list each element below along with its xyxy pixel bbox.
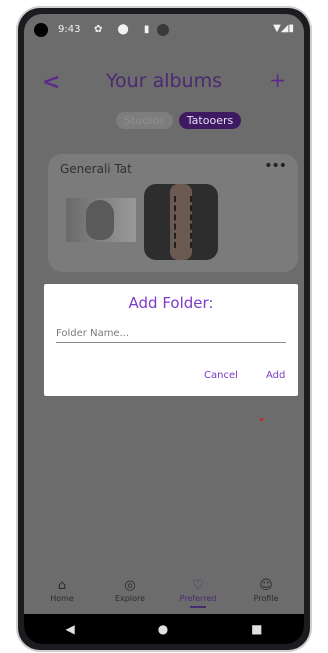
tattoo-shape (174, 196, 192, 248)
home-icon: ⌂ (57, 578, 67, 593)
dialog-title: Add Folder: (128, 294, 214, 312)
system-back-icon[interactable]: ◀ (65, 622, 74, 636)
status-time: 9:43 (58, 24, 81, 35)
front-camera-icon (157, 24, 169, 36)
profile-icon: ☺ (259, 578, 273, 593)
album-photo-tattoo[interactable] (144, 184, 218, 260)
system-home-icon[interactable]: ● (158, 622, 168, 636)
tab-tatooers[interactable]: Tatooers (178, 112, 242, 129)
add-button[interactable]: Add (266, 370, 285, 381)
face-shape (86, 200, 114, 240)
system-recents-icon[interactable]: ■ (251, 622, 262, 636)
more-options-icon[interactable]: ••• (264, 158, 287, 174)
heart-icon: ♡ (192, 578, 204, 593)
red-dot (260, 418, 263, 421)
status-bar: 9:43 ✿ ⬤ ▮ ▼◢▮ (24, 14, 304, 48)
page-title: Your albums (105, 70, 223, 92)
album-card[interactable]: Generali Tat ••• (48, 154, 298, 272)
folder-name-input[interactable] (56, 324, 286, 343)
camera-icon (34, 23, 48, 37)
status-left-icons: ✿ ⬤ ▮ (94, 24, 156, 35)
nav-home-label: Home (50, 594, 74, 603)
cancel-button[interactable]: Cancel (204, 370, 238, 381)
album-title: Generali Tat (60, 162, 132, 176)
tab-studios[interactable]: Studios (116, 112, 173, 129)
signal-battery-icons: ▼◢▮ (273, 23, 294, 34)
explore-icon: ◎ (124, 578, 136, 593)
system-nav-bar: ◀ ● ■ (24, 614, 304, 644)
album-type-toggle: Studios Tatooers (116, 112, 242, 129)
phone-frame: 9:43 ✿ ⬤ ▮ ▼◢▮ < Your albums + Studios T… (18, 8, 310, 650)
nav-explore-label: Explore (114, 594, 146, 603)
nav-profile-label: Profile (253, 594, 279, 603)
nav-preferred-label: Preferred (179, 594, 217, 603)
add-album-icon[interactable]: + (269, 68, 286, 92)
add-folder-dialog: Add Folder: Cancel Add (44, 284, 298, 396)
app-screen: 9:43 ✿ ⬤ ▮ ▼◢▮ < Your albums + Studios T… (24, 14, 304, 644)
album-photo-portrait[interactable] (66, 198, 136, 242)
active-indicator (190, 606, 206, 608)
